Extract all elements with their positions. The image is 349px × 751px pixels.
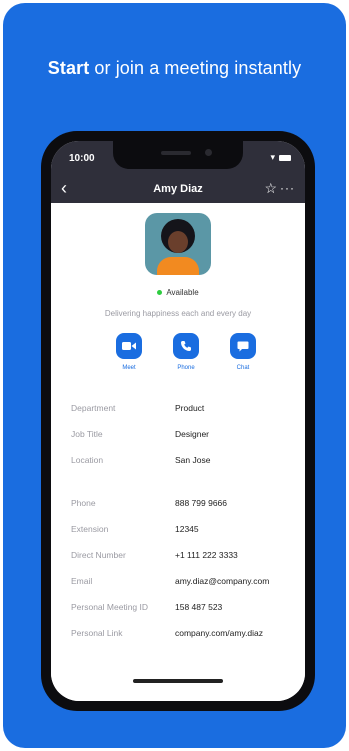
action-buttons: Meet Phone Chat (51, 333, 305, 383)
detail-label: Location (71, 455, 104, 465)
detail-value[interactable]: 12345 (175, 524, 199, 534)
detail-label: Email (71, 576, 93, 586)
headline-rest: or join a meeting instantly (89, 58, 302, 78)
nav-bar: ‹ Amy Diaz ☆ ··· (51, 175, 305, 203)
notch (113, 141, 243, 169)
more-icon[interactable]: ··· (280, 180, 295, 196)
status-message: Delivering happiness each and every day (104, 309, 252, 318)
detail-value[interactable]: amy.diaz@company.com (175, 576, 269, 586)
headline: Start or join a meeting instantly (3, 58, 346, 79)
detail-value: San Jose (175, 455, 211, 465)
video-icon[interactable] (116, 333, 142, 359)
headline-bold: Start (47, 58, 90, 78)
detail-value: Product (175, 403, 205, 413)
detail-label: Job Title (71, 429, 103, 439)
detail-row-department: Department Product (51, 403, 305, 419)
chat-icon[interactable] (230, 333, 256, 359)
detail-value[interactable]: 158 487 523 (175, 602, 222, 612)
detail-row-personal-link: Personal Link company.com/amy.diaz (51, 628, 305, 644)
detail-value[interactable]: 888 799 9666 (175, 498, 227, 508)
detail-row-direct-number: Direct Number +1 111 222 3333 (51, 550, 305, 566)
home-indicator[interactable] (133, 679, 223, 683)
phone-screen: 10:00 ▾ ‹ Amy Diaz ☆ ··· Available Deliv… (51, 141, 305, 701)
detail-value[interactable]: company.com/amy.diaz (175, 628, 263, 638)
wifi-icon: ▾ (270, 152, 275, 162)
detail-label: Extension (71, 524, 109, 534)
battery-icon (279, 154, 291, 161)
meet-button[interactable]: Meet (109, 333, 149, 371)
status-bar: 10:00 ▾ (51, 141, 305, 175)
detail-row-email: Email amy.diaz@company.com (51, 576, 305, 592)
availability-status: Available (51, 288, 305, 297)
speaker (161, 151, 191, 155)
detail-label: Personal Link (71, 628, 123, 638)
chat-label: Chat (236, 365, 250, 371)
avatar-face (168, 231, 188, 253)
chat-button[interactable]: Chat (223, 333, 263, 371)
phone-frame: 10:00 ▾ ‹ Amy Diaz ☆ ··· Available Deliv… (41, 131, 315, 711)
detail-label: Phone (71, 498, 96, 508)
detail-label: Personal Meeting ID (71, 602, 149, 612)
front-camera (205, 149, 212, 156)
avatar-shirt (157, 257, 199, 275)
star-icon[interactable]: ☆ (264, 180, 277, 196)
phone-button[interactable]: Phone (166, 333, 206, 371)
availability-label: Available (166, 288, 199, 297)
detail-row-meeting-id: Personal Meeting ID 158 487 523 (51, 602, 305, 618)
status-icons: ▾ (270, 152, 291, 163)
phone-label: Phone (177, 365, 195, 371)
detail-label: Direct Number (71, 550, 126, 560)
detail-row-extension: Extension 12345 (51, 524, 305, 540)
detail-label: Department (71, 403, 116, 413)
detail-row-job-title: Job Title Designer (51, 429, 305, 445)
detail-value: Designer (175, 429, 210, 439)
avatar (145, 213, 211, 275)
phone-icon[interactable] (173, 333, 199, 359)
detail-row-phone: Phone 888 799 9666 (51, 498, 305, 514)
available-dot-icon (157, 290, 163, 296)
detail-value[interactable]: +1 111 222 3333 (175, 550, 238, 560)
promo-card: Start or join a meeting instantly 10:00 … (3, 3, 346, 748)
profile-content: Available Delivering happiness each and … (51, 203, 305, 701)
status-time: 10:00 (69, 153, 95, 164)
detail-row-location: Location San Jose (51, 455, 305, 471)
meet-label: Meet (122, 365, 136, 371)
